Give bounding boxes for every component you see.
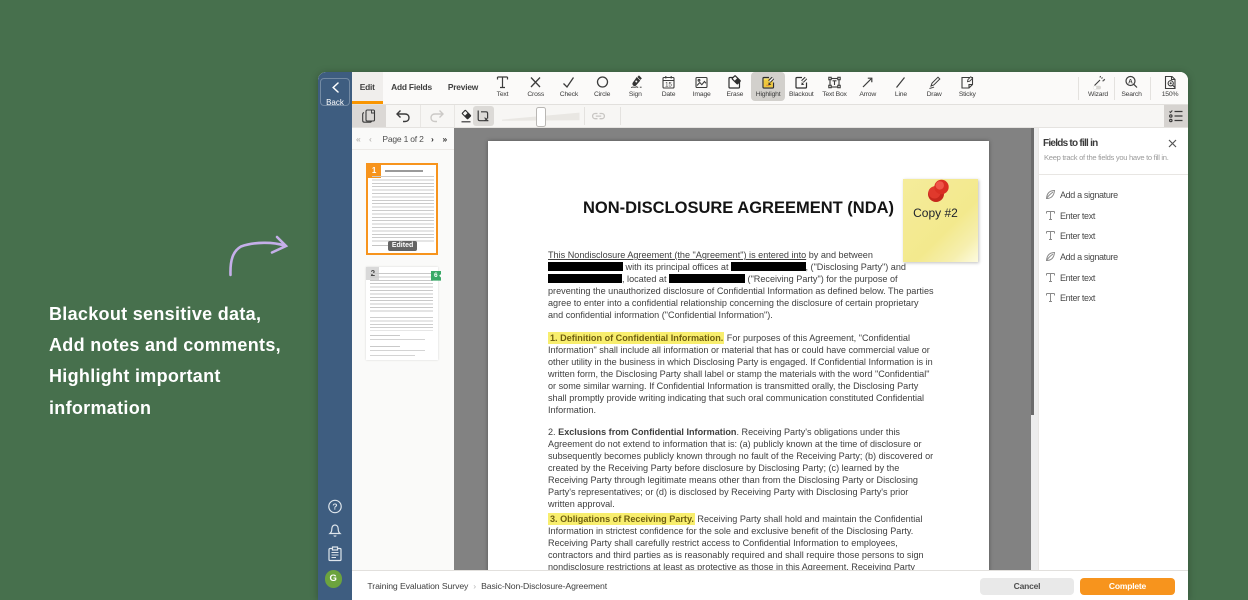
svg-text:15: 15	[665, 82, 672, 88]
svg-text:?: ?	[332, 502, 337, 512]
svg-text:A: A	[1128, 78, 1133, 85]
